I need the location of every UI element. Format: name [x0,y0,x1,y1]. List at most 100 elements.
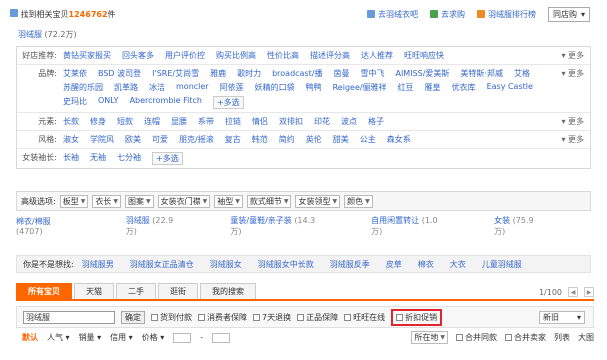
suggestion-link[interactable]: 羽绒服女 [210,259,242,270]
filter-option[interactable]: 描述评分高 [310,50,350,61]
more-button[interactable]: ▾ 更多 [561,68,590,79]
filter-option[interactable]: 可爱 [152,134,168,145]
filter-option[interactable]: 朋克/摇滚 [179,134,214,145]
filter-option[interactable]: 公主 [360,134,376,145]
filter-option[interactable]: 长袖 [63,152,79,165]
advanced-dropdown[interactable]: 女装衣门襟 ▼ [157,194,211,208]
filter-option[interactable]: 格子 [368,116,384,127]
filter-option[interactable]: 无袖 [90,152,106,165]
more-button[interactable]: ▾ 更多 [561,116,590,127]
advanced-dropdown[interactable]: 女装领型 ▼ [295,194,341,208]
multi-select-button[interactable]: +多选 [152,152,183,165]
tab-2[interactable]: 二手 [116,283,156,299]
filter-option[interactable]: 长款 [63,116,79,127]
filter-option[interactable]: 妖精的口袋 [255,82,295,93]
tab-3[interactable]: 逛街 [158,283,198,299]
filter-option[interactable]: 优衣库 [452,82,476,93]
filter-option[interactable]: 美特斯·邦威 [460,68,503,79]
sort-option[interactable]: 信用 ▾ [110,332,133,343]
filter-option[interactable]: 歌时力 [237,68,261,79]
more-button[interactable]: ▾ 更多 [561,50,590,61]
filter-option[interactable]: 甜美 [333,134,349,145]
suggestion-link[interactable]: 羽绒服女正品清仓 [130,259,194,270]
category-item[interactable]: 棉衣/棉服 (4707) [16,216,78,236]
filter-option[interactable]: 复古 [225,134,241,145]
sort-option[interactable]: 人气 ▾ [47,332,70,343]
suggestion-link[interactable]: 羽绒服男 [82,259,114,270]
sort-option[interactable]: 默认 [22,332,38,343]
confirm-button[interactable]: 确定 [121,310,145,324]
filter-option[interactable]: 简约 [279,134,295,145]
filter-option[interactable]: 阿依莲 [220,82,244,93]
filter-option[interactable]: ONLY [98,96,119,109]
filter-checkbox[interactable]: 7天退换 [253,312,291,323]
filter-option[interactable]: 韩范 [252,134,268,145]
filter-option[interactable]: 艾格 [514,68,530,79]
filter-option[interactable]: 黄钻买家报买 [63,50,111,61]
filter-option[interactable]: 情侣 [252,116,268,127]
filter-option[interactable]: I'SRE/艾尚雪 [152,68,199,79]
filter-option[interactable]: 印花 [314,116,330,127]
location-select[interactable]: 所在地 ▼ [411,331,448,344]
filter-option[interactable]: 旺旺响应快 [404,50,444,61]
view-mode-1[interactable]: 大图 [578,332,594,343]
keyword-input[interactable]: 羽绒服 [23,310,115,324]
suggestion-link[interactable]: 羽绒服女中长款 [258,259,314,270]
filter-option[interactable]: 拉链 [225,116,241,127]
suggestion-link[interactable]: 儿童羽绒服 [482,259,522,270]
filter-option[interactable]: 购买比例高 [216,50,256,61]
filter-option[interactable]: 苏醒的乐园 [63,82,103,93]
advanced-dropdown[interactable]: 袖型 ▼ [214,194,243,208]
tab-1[interactable]: 天猫 [74,283,114,299]
price-min-input[interactable] [173,332,192,343]
filter-option[interactable]: 史玛比 [63,96,87,109]
merge-checkbox[interactable]: 合并卖家 [505,332,546,343]
filter-option[interactable]: 达人推荐 [361,50,393,61]
category-item[interactable]: 童装/童鞋/亲子装 (14.3万) [230,215,323,237]
sort-option[interactable]: 销量 ▾ [79,332,102,343]
sort-option[interactable]: 价格 ▾ [142,332,165,343]
link-ranking[interactable]: 羽绒服排行榜 [476,9,536,20]
sort-order-select[interactable]: 新旧 ▾ [539,310,585,324]
category-item[interactable]: 羽绒服 (22.9万) [126,215,183,237]
link-forum[interactable]: 去羽绒衣吧 [366,9,418,20]
advanced-dropdown[interactable]: 图案 ▼ [124,194,154,208]
filter-option[interactable]: moncler [176,82,209,93]
filter-checkbox[interactable]: 旺旺在线 [344,312,385,323]
advanced-dropdown[interactable]: 颜色 ▼ [344,194,373,208]
filter-option[interactable]: 艾莱依 [63,68,87,79]
price-max-input[interactable] [212,332,231,343]
filter-option[interactable]: Abercrombie Fitch [130,96,202,109]
prev-page-button[interactable]: ◀ [568,287,578,297]
filter-option[interactable]: AIMISS/爱美斯 [395,68,449,79]
filter-option[interactable]: 冰洁 [149,82,165,93]
filter-option[interactable]: 森女系 [387,134,411,145]
tab-0[interactable]: 所有宝贝 [16,283,72,299]
filter-option[interactable]: 鸭鸭 [306,82,322,93]
category-item[interactable]: 自用闲置转让 (1.0万) [371,215,446,237]
filter-option[interactable]: Easy Castle [487,82,533,93]
scope-select[interactable]: 同店购 ▾ [547,6,590,22]
filter-option[interactable]: 显腰 [171,116,187,127]
filter-option[interactable]: 英伦 [306,134,322,145]
filter-checkbox[interactable]: 货到付款 [151,312,192,323]
filter-option[interactable]: 短款 [117,116,133,127]
filter-option[interactable]: BSD 波司登 [98,68,141,79]
filter-option[interactable]: 学院风 [90,134,114,145]
filter-option[interactable]: 修身 [90,116,106,127]
filter-option[interactable]: 双排扣 [279,116,303,127]
filter-option[interactable]: 用户评价控 [165,50,205,61]
filter-option[interactable]: Reigee/俪雅祥 [333,82,387,93]
suggestion-link[interactable]: 大衣 [450,259,466,270]
category-item[interactable]: 女装 (75.9万) [494,215,543,237]
breadcrumb-keyword[interactable]: 羽绒服 [18,30,42,39]
advanced-dropdown[interactable]: 款式细节 ▼ [246,194,292,208]
filter-option[interactable]: 连帽 [144,116,160,127]
filter-option[interactable]: 回头客多 [122,50,154,61]
suggestion-link[interactable]: 棉衣 [418,259,434,270]
filter-option[interactable]: 系带 [198,116,214,127]
more-button[interactable]: ▾ 更多 [561,134,590,145]
filter-checkbox[interactable]: 正品保障 [297,312,338,323]
filter-option[interactable]: 七分袖 [117,152,141,165]
filter-option[interactable]: 欧美 [125,134,141,145]
